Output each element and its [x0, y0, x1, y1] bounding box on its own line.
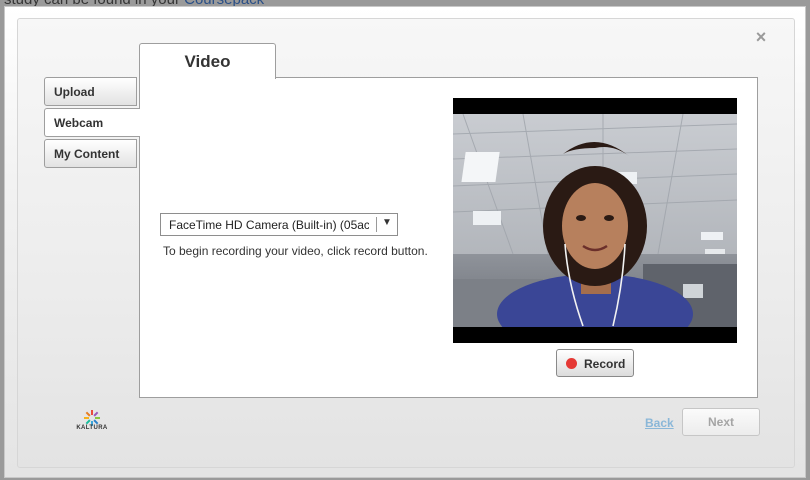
close-icon[interactable]: × [752, 28, 770, 46]
tab-webcam[interactable]: Webcam [44, 108, 141, 137]
camera-select[interactable]: FaceTime HD Camera (Built-in) (05ac:8510… [160, 213, 398, 236]
record-instruction: To begin recording your video, click rec… [163, 244, 428, 258]
side-tab-connector [138, 109, 141, 136]
record-icon [566, 358, 577, 369]
tab-upload[interactable]: Upload [44, 77, 137, 106]
record-button-label: Record [584, 357, 626, 371]
tab-connector [140, 76, 275, 79]
camera-select-value: FaceTime HD Camera (Built-in) (05ac:8510… [169, 218, 369, 232]
panel-title: Video [139, 43, 276, 79]
tab-my-content[interactable]: My Content [44, 139, 137, 168]
kaltura-logo-text: KALTURA [76, 425, 108, 431]
webcam-preview [453, 98, 737, 343]
chevron-down-icon[interactable]: ▼ [382, 217, 392, 228]
record-button[interactable]: Record [556, 349, 634, 377]
webcam-video-frame [453, 114, 737, 327]
back-button[interactable]: Back [645, 416, 674, 430]
select-divider [376, 217, 377, 232]
next-button[interactable]: Next [682, 408, 760, 436]
kaltura-logo-icon [84, 410, 100, 426]
